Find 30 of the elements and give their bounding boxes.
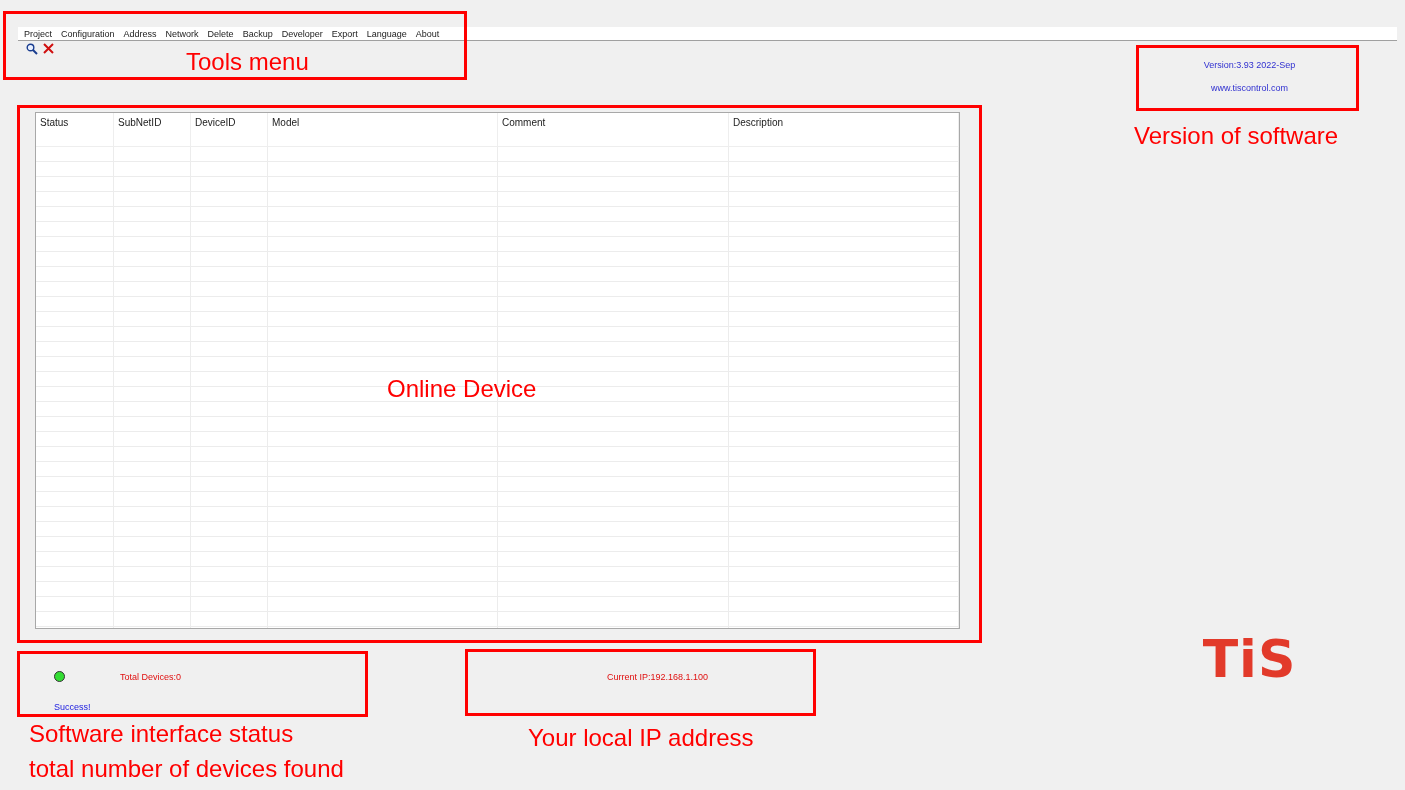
callout-label: Software interface status	[29, 719, 294, 749]
menu-item[interactable]: Network	[165, 28, 199, 39]
search-icon[interactable]	[26, 42, 38, 55]
callout-label: Tools menu	[186, 47, 309, 77]
callout-label: Version of software	[1134, 121, 1339, 151]
menu-item[interactable]: Delete	[207, 28, 234, 39]
menu-item[interactable]: Export	[331, 28, 358, 39]
version-label: Version:3.93 2022-Sep	[1203, 60, 1296, 70]
column-header[interactable]: Model	[268, 113, 498, 146]
website-link[interactable]: www.tiscontrol.com	[1211, 83, 1288, 93]
menu-item[interactable]: Language	[366, 28, 407, 39]
column-header[interactable]: Comment	[498, 113, 729, 146]
callout-label: Your local IP address	[528, 723, 754, 753]
menu-item[interactable]: Developer	[281, 28, 323, 39]
column-header[interactable]: Description	[729, 113, 959, 146]
column-header[interactable]: SubNetID	[114, 113, 191, 146]
callout-label: Online Device	[387, 374, 537, 404]
menu-item[interactable]: Configuration	[61, 28, 115, 39]
column-header[interactable]: DeviceID	[191, 113, 268, 146]
callout-label: total number of devices found	[29, 754, 344, 784]
menu-item[interactable]: Project	[24, 28, 52, 39]
menu-item[interactable]: Backup	[242, 28, 273, 39]
menu-item[interactable]: Address	[123, 28, 157, 39]
menu-item[interactable]: About	[415, 28, 440, 39]
total-devices-label: Total Devices:0	[120, 671, 182, 682]
current-ip-label: Current IP:192.168.1.100	[607, 672, 709, 683]
status-message: Success!	[54, 702, 91, 712]
column-header[interactable]: Status	[36, 113, 114, 146]
logo: TiS	[1202, 633, 1297, 685]
close-icon[interactable]	[43, 43, 54, 54]
